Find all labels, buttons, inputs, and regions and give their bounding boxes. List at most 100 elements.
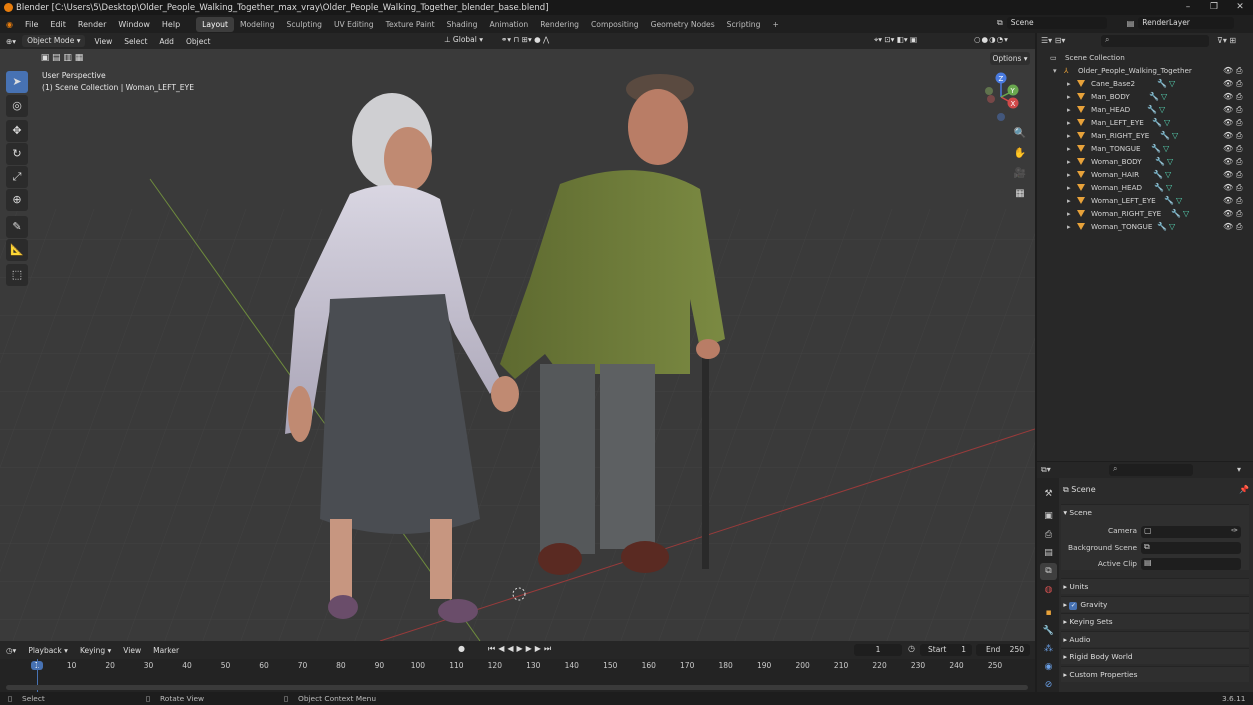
- outliner-item[interactable]: ▸ Woman_HAIR 🔧 ▽ 👁 ⎙: [1037, 168, 1253, 181]
- expand-arrow-icon[interactable]: ▸: [1067, 207, 1071, 220]
- visibility-eye-icon[interactable]: 👁: [1223, 168, 1233, 181]
- object-tab-icon[interactable]: ▪: [1040, 605, 1057, 622]
- section-audio[interactable]: ▸ Audio: [1061, 630, 1249, 647]
- visibility-eye-icon[interactable]: 👁: [1223, 142, 1233, 155]
- background-scene-field[interactable]: ⧉: [1141, 542, 1241, 554]
- pin-icon[interactable]: 📌: [1239, 485, 1249, 494]
- expand-arrow-icon[interactable]: ▸: [1067, 90, 1071, 103]
- visibility-eye-icon[interactable]: 👁: [1223, 77, 1233, 90]
- outliner-collection-row[interactable]: ▾ ⅄ Older_People_Walking_Together 👁 ⎙: [1037, 64, 1253, 77]
- expand-arrow-icon[interactable]: ▸: [1067, 194, 1071, 207]
- mesh-data-icon[interactable]: ▽: [1159, 103, 1165, 116]
- output-tab-icon[interactable]: ⎙: [1040, 527, 1057, 544]
- outliner-item[interactable]: ▸ Man_LEFT_EYE 🔧 ▽ 👁 ⎙: [1037, 116, 1253, 129]
- navigation-gizmo[interactable]: Z X Y: [978, 71, 1028, 126]
- editor-type-icon[interactable]: ⊕▾: [0, 37, 22, 46]
- section-gravity[interactable]: ▸ ✓ Gravity: [1061, 595, 1249, 612]
- modifier-wrench-icon[interactable]: 🔧: [1151, 142, 1161, 155]
- scene-tab-icon[interactable]: ⧉: [1040, 563, 1057, 580]
- mesh-data-icon[interactable]: ▽: [1169, 220, 1175, 233]
- filter-icon[interactable]: ⊽▾ ⊞: [1217, 36, 1236, 45]
- maximize-button[interactable]: ❐: [1201, 0, 1227, 15]
- modifier-tab-icon[interactable]: 🔧: [1040, 623, 1057, 640]
- expand-arrow-icon[interactable]: ▸: [1067, 155, 1071, 168]
- tab-uv-editing[interactable]: UV Editing: [328, 17, 380, 32]
- menu-edit[interactable]: Edit: [44, 20, 72, 29]
- render-camera-icon[interactable]: ⎙: [1236, 142, 1242, 155]
- camera-view-icon[interactable]: 🎥: [1012, 166, 1028, 182]
- menu-window[interactable]: Window: [112, 20, 156, 29]
- select-mode-buttons[interactable]: ▣ ▤ ▥ ▦: [32, 51, 92, 65]
- tool-tab-icon[interactable]: ⚒: [1040, 486, 1057, 503]
- cursor-tool-icon[interactable]: ◎: [6, 95, 28, 117]
- visibility-eye-icon[interactable]: 👁: [1223, 103, 1233, 116]
- section-custom-properties[interactable]: ▸ Custom Properties: [1061, 665, 1249, 682]
- expand-arrow-icon[interactable]: ▸: [1067, 220, 1071, 233]
- tab-geometry-nodes[interactable]: Geometry Nodes: [645, 17, 721, 32]
- 3d-viewport[interactable]: ▣ ▤ ▥ ▦ ➤ ◎ ✥ ↻ ⤢ ⊕ ✎ 📐 ⬚ User Perspecti…: [0, 49, 1035, 641]
- menu-render[interactable]: Render: [72, 20, 112, 29]
- visibility-eye-icon[interactable]: 👁: [1223, 90, 1233, 103]
- render-camera-icon[interactable]: ⎙: [1236, 194, 1242, 207]
- autokey-record-icon[interactable]: ●: [458, 644, 465, 653]
- visibility-eye-icon[interactable]: 👁: [1223, 116, 1233, 129]
- tab-layout[interactable]: Layout: [196, 16, 234, 32]
- outliner-item[interactable]: ▸ Woman_BODY 🔧 ▽ 👁 ⎙: [1037, 155, 1253, 168]
- outliner-item[interactable]: ▸ Woman_HEAD 🔧 ▽ 👁 ⎙: [1037, 181, 1253, 194]
- blender-menu-icon[interactable]: ◉: [0, 20, 19, 29]
- shading-mode-buttons[interactable]: ○●◑◔▾: [968, 35, 1015, 44]
- mesh-data-icon[interactable]: ▽: [1176, 194, 1182, 207]
- properties-collapse-icon[interactable]: ▾: [1237, 465, 1241, 474]
- outliner-item[interactable]: ▸ Man_HEAD 🔧 ▽ 👁 ⎙: [1037, 103, 1253, 116]
- collapse-arrow-icon[interactable]: ▾: [1053, 64, 1057, 77]
- object-mode-dropdown[interactable]: Object Mode ▾: [22, 35, 86, 47]
- minimize-button[interactable]: –: [1175, 0, 1201, 15]
- pan-hand-icon[interactable]: ✋: [1012, 146, 1028, 162]
- gravity-checkbox[interactable]: ✓: [1069, 601, 1078, 610]
- outliner-item[interactable]: ▸ Man_RIGHT_EYE 🔧 ▽ 👁 ⎙: [1037, 129, 1253, 142]
- tab-scripting[interactable]: Scripting: [721, 17, 767, 32]
- expand-arrow-icon[interactable]: ▸: [1067, 77, 1071, 90]
- playback-menu[interactable]: Playback ▾: [22, 646, 74, 655]
- render-camera-icon[interactable]: ⎙: [1236, 116, 1242, 129]
- zoom-icon[interactable]: 🔍: [1012, 126, 1028, 142]
- modifier-wrench-icon[interactable]: 🔧: [1154, 181, 1164, 194]
- renderlayer-icon[interactable]: ▤: [1127, 19, 1135, 28]
- measure-tool-icon[interactable]: 📐: [6, 239, 28, 261]
- expand-arrow-icon[interactable]: ▸: [1067, 168, 1071, 181]
- perspective-toggle-icon[interactable]: ▦: [1012, 186, 1028, 202]
- render-camera-icon[interactable]: ⎙: [1236, 220, 1242, 233]
- camera-field[interactable]: ▢ ✑: [1141, 526, 1241, 538]
- visibility-eye-icon[interactable]: 👁: [1223, 194, 1233, 207]
- tab-rendering[interactable]: Rendering: [534, 17, 585, 32]
- outliner-search-input[interactable]: ⌕: [1101, 35, 1209, 47]
- end-frame-field[interactable]: End 250: [976, 644, 1030, 656]
- playback-controls[interactable]: ⏮◀◀▶▶▶⏭: [488, 644, 554, 654]
- section-rigid-body-world[interactable]: ▸ Rigid Body World: [1061, 648, 1249, 664]
- orientation-dropdown[interactable]: ⊥ Global ▾: [438, 35, 489, 44]
- visibility-eye-icon[interactable]: 👁: [1223, 64, 1233, 77]
- select-menu[interactable]: Select: [118, 37, 153, 46]
- tab-texture-paint[interactable]: Texture Paint: [380, 17, 441, 32]
- visibility-eye-icon[interactable]: 👁: [1223, 220, 1233, 233]
- marker-menu[interactable]: Marker: [147, 646, 185, 655]
- modifier-wrench-icon[interactable]: 🔧: [1157, 77, 1167, 90]
- tab-animation[interactable]: Animation: [484, 17, 535, 32]
- properties-search-input[interactable]: ⌕: [1109, 464, 1193, 476]
- start-frame-field[interactable]: Start 1: [920, 644, 972, 656]
- render-camera-icon[interactable]: ⎙: [1236, 103, 1242, 116]
- tab-sculpting[interactable]: Sculpting: [281, 17, 328, 32]
- modifier-wrench-icon[interactable]: 🔧: [1157, 220, 1167, 233]
- modifier-wrench-icon[interactable]: 🔧: [1155, 155, 1165, 168]
- outliner-item[interactable]: ▸ Woman_LEFT_EYE 🔧 ▽ 👁 ⎙: [1037, 194, 1253, 207]
- mesh-data-icon[interactable]: ▽: [1183, 207, 1189, 220]
- visibility-eye-icon[interactable]: 👁: [1223, 155, 1233, 168]
- expand-arrow-icon[interactable]: ▸: [1067, 103, 1071, 116]
- clock-icon[interactable]: ◷: [908, 644, 915, 653]
- visibility-eye-icon[interactable]: 👁: [1223, 129, 1233, 142]
- eyedropper-icon[interactable]: ✑: [1231, 526, 1238, 535]
- modifier-wrench-icon[interactable]: 🔧: [1160, 129, 1170, 142]
- outliner-item[interactable]: ▸ Woman_RIGHT_EYE 🔧 ▽ 👁 ⎙: [1037, 207, 1253, 220]
- scene-panel-header[interactable]: ▾ Scene: [1061, 504, 1249, 520]
- mesh-data-icon[interactable]: ▽: [1167, 155, 1173, 168]
